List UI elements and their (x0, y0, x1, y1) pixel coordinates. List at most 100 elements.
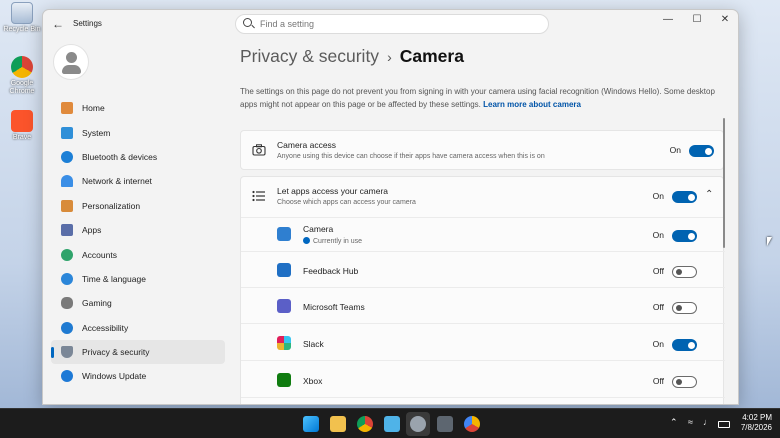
sidebar-item-label: Bluetooth & devices (82, 151, 158, 162)
app-status-camera: Currently in use (303, 237, 362, 245)
app-status-text: Currently in use (313, 238, 363, 245)
camera-access-toggle[interactable] (689, 145, 714, 157)
close-button[interactable]: ✕ (711, 12, 738, 28)
apps-access-header[interactable]: Let apps access your camera Choose which… (241, 177, 725, 217)
sidebar-nav: Home System Bluetooth & devices Network … (51, 96, 225, 389)
apps-access-card: Let apps access your camera Choose which… (240, 176, 725, 404)
app-toggle-slack[interactable] (672, 339, 697, 351)
app-name-camera: Camera (303, 224, 334, 234)
battery-icon[interactable] (718, 421, 730, 428)
page-description: The settings on this page do not prevent… (240, 86, 726, 111)
taskbar: ⌃ ≈ ♩ 4:02 PM 7/8/2026 (0, 408, 780, 438)
home-icon (61, 102, 73, 115)
info-icon (303, 237, 310, 244)
globe-icon (61, 272, 73, 285)
apps-access-subtitle: Choose which apps can access your camera (277, 199, 416, 206)
divider (241, 287, 725, 288)
sidebar-item-label: Home (82, 103, 105, 114)
desktop-icon-label: Google Chrome (9, 80, 35, 95)
back-arrow-icon: ← (52, 17, 64, 31)
desktop-icon-brave[interactable]: Brave (2, 110, 42, 142)
divider (241, 360, 725, 361)
desktop-icon-recycle-bin[interactable]: Recycle Bin (2, 2, 42, 34)
clock-date: 7/8/2026 (740, 423, 772, 432)
windows-start-icon[interactable] (303, 416, 319, 432)
camera-app-icon (277, 227, 291, 241)
learn-more-link[interactable]: Learn more about camera (483, 100, 581, 109)
sidebar-item-label: Privacy & security (82, 347, 150, 358)
maximize-button[interactable]: ☐ (683, 12, 711, 28)
app-toggle-feedback-hub[interactable] (672, 266, 697, 278)
volume-icon[interactable]: ♩ (703, 417, 712, 427)
sidebar-item-windows-update[interactable]: Windows Update (51, 364, 225, 388)
apps-access-title: Let apps access your camera (277, 186, 389, 196)
clock-time: 4:02 PM (742, 413, 772, 422)
chrome-icon[interactable] (357, 416, 373, 432)
sidebar-item-label: Apps (82, 225, 102, 236)
camera-access-title: Camera access (277, 140, 337, 150)
clock[interactable]: 4:02 PM 7/8/2026 (741, 413, 772, 433)
wifi-icon[interactable]: ≈ (688, 417, 693, 427)
desktop-icon-label: Recycle Bin (3, 26, 41, 33)
sidebar-item-bluetooth[interactable]: Bluetooth & devices (51, 145, 225, 169)
search-input[interactable]: Find a setting (235, 14, 549, 34)
camera-access-subtitle: Anyone using this device can choose if t… (277, 153, 545, 160)
sidebar-item-label: System (82, 127, 111, 138)
sidebar-item-system[interactable]: System (51, 120, 225, 144)
description-text: The settings on this page do not prevent… (240, 87, 715, 109)
camera-icon (252, 144, 266, 156)
app-toggle-camera[interactable] (672, 230, 697, 242)
accessibility-icon (61, 321, 73, 334)
camera-access-state: On (669, 145, 681, 155)
desktop-icon-chrome[interactable]: Google Chrome (2, 56, 42, 96)
app-name-teams: Microsoft Teams (303, 302, 365, 312)
minimize-button[interactable]: — (654, 12, 682, 28)
scrollbar[interactable] (723, 118, 725, 248)
app-name-feedback-hub: Feedback Hub (303, 266, 359, 276)
sidebar-item-label: Personalization (82, 200, 141, 211)
app-state-camera: On (652, 230, 664, 240)
sidebar-item-label: Accounts (82, 249, 117, 260)
apps-icon (61, 224, 73, 237)
apps-access-toggle[interactable] (672, 191, 697, 203)
chevron-up-icon[interactable]: ⌃ (705, 189, 713, 200)
sidebar-item-gaming[interactable]: Gaming (51, 291, 225, 315)
sidebar-item-label: Time & language (82, 273, 146, 284)
sidebar-item-accounts[interactable]: Accounts (51, 242, 225, 266)
feedback-hub-icon (277, 263, 291, 277)
app-name-slack: Slack (303, 339, 324, 349)
sidebar-item-accessibility[interactable]: Accessibility (51, 316, 225, 340)
camera-access-card: Camera access Anyone using this device c… (240, 130, 724, 170)
sidebar-item-network[interactable]: Network & internet (51, 169, 225, 193)
back-button[interactable]: ← (49, 16, 67, 32)
camera-icon[interactable] (437, 416, 453, 432)
notepad-icon[interactable] (384, 416, 400, 432)
sidebar-item-label: Network & internet (82, 176, 152, 187)
slack-icon (277, 336, 291, 350)
chevron-up-icon[interactable]: ⌃ (670, 417, 678, 428)
settings-window: ← Settings Find a setting — ☐ ✕ Home Sys… (42, 9, 739, 405)
sidebar-item-apps[interactable]: Apps (51, 218, 225, 242)
sidebar-item-time-language[interactable]: Time & language (51, 267, 225, 291)
chrome-icon (11, 56, 33, 78)
breadcrumb: Privacy & security › Camera (240, 46, 464, 67)
avatar[interactable] (53, 44, 89, 80)
settings-icon[interactable] (410, 416, 426, 432)
app-toggle-xbox[interactable] (672, 376, 697, 388)
main-content: Privacy & security › Camera The settings o… (240, 38, 728, 404)
file-explorer-icon[interactable] (330, 416, 346, 432)
sidebar-item-home[interactable]: Home (51, 96, 225, 120)
sidebar-item-personalization[interactable]: Personalization (51, 194, 225, 218)
accounts-icon (61, 248, 73, 261)
sidebar-item-privacy-security[interactable]: Privacy & security (51, 339, 225, 365)
chevron-right-icon: › (387, 49, 392, 65)
mouse-cursor (767, 237, 772, 246)
breadcrumb-parent[interactable]: Privacy & security (240, 46, 379, 66)
divider (241, 397, 725, 398)
app-toggle-teams[interactable] (672, 302, 697, 314)
divider (241, 251, 725, 252)
search-icon (243, 18, 252, 27)
chrome-canary-icon[interactable] (464, 416, 480, 432)
divider (241, 217, 725, 218)
search-placeholder: Find a setting (260, 19, 315, 29)
